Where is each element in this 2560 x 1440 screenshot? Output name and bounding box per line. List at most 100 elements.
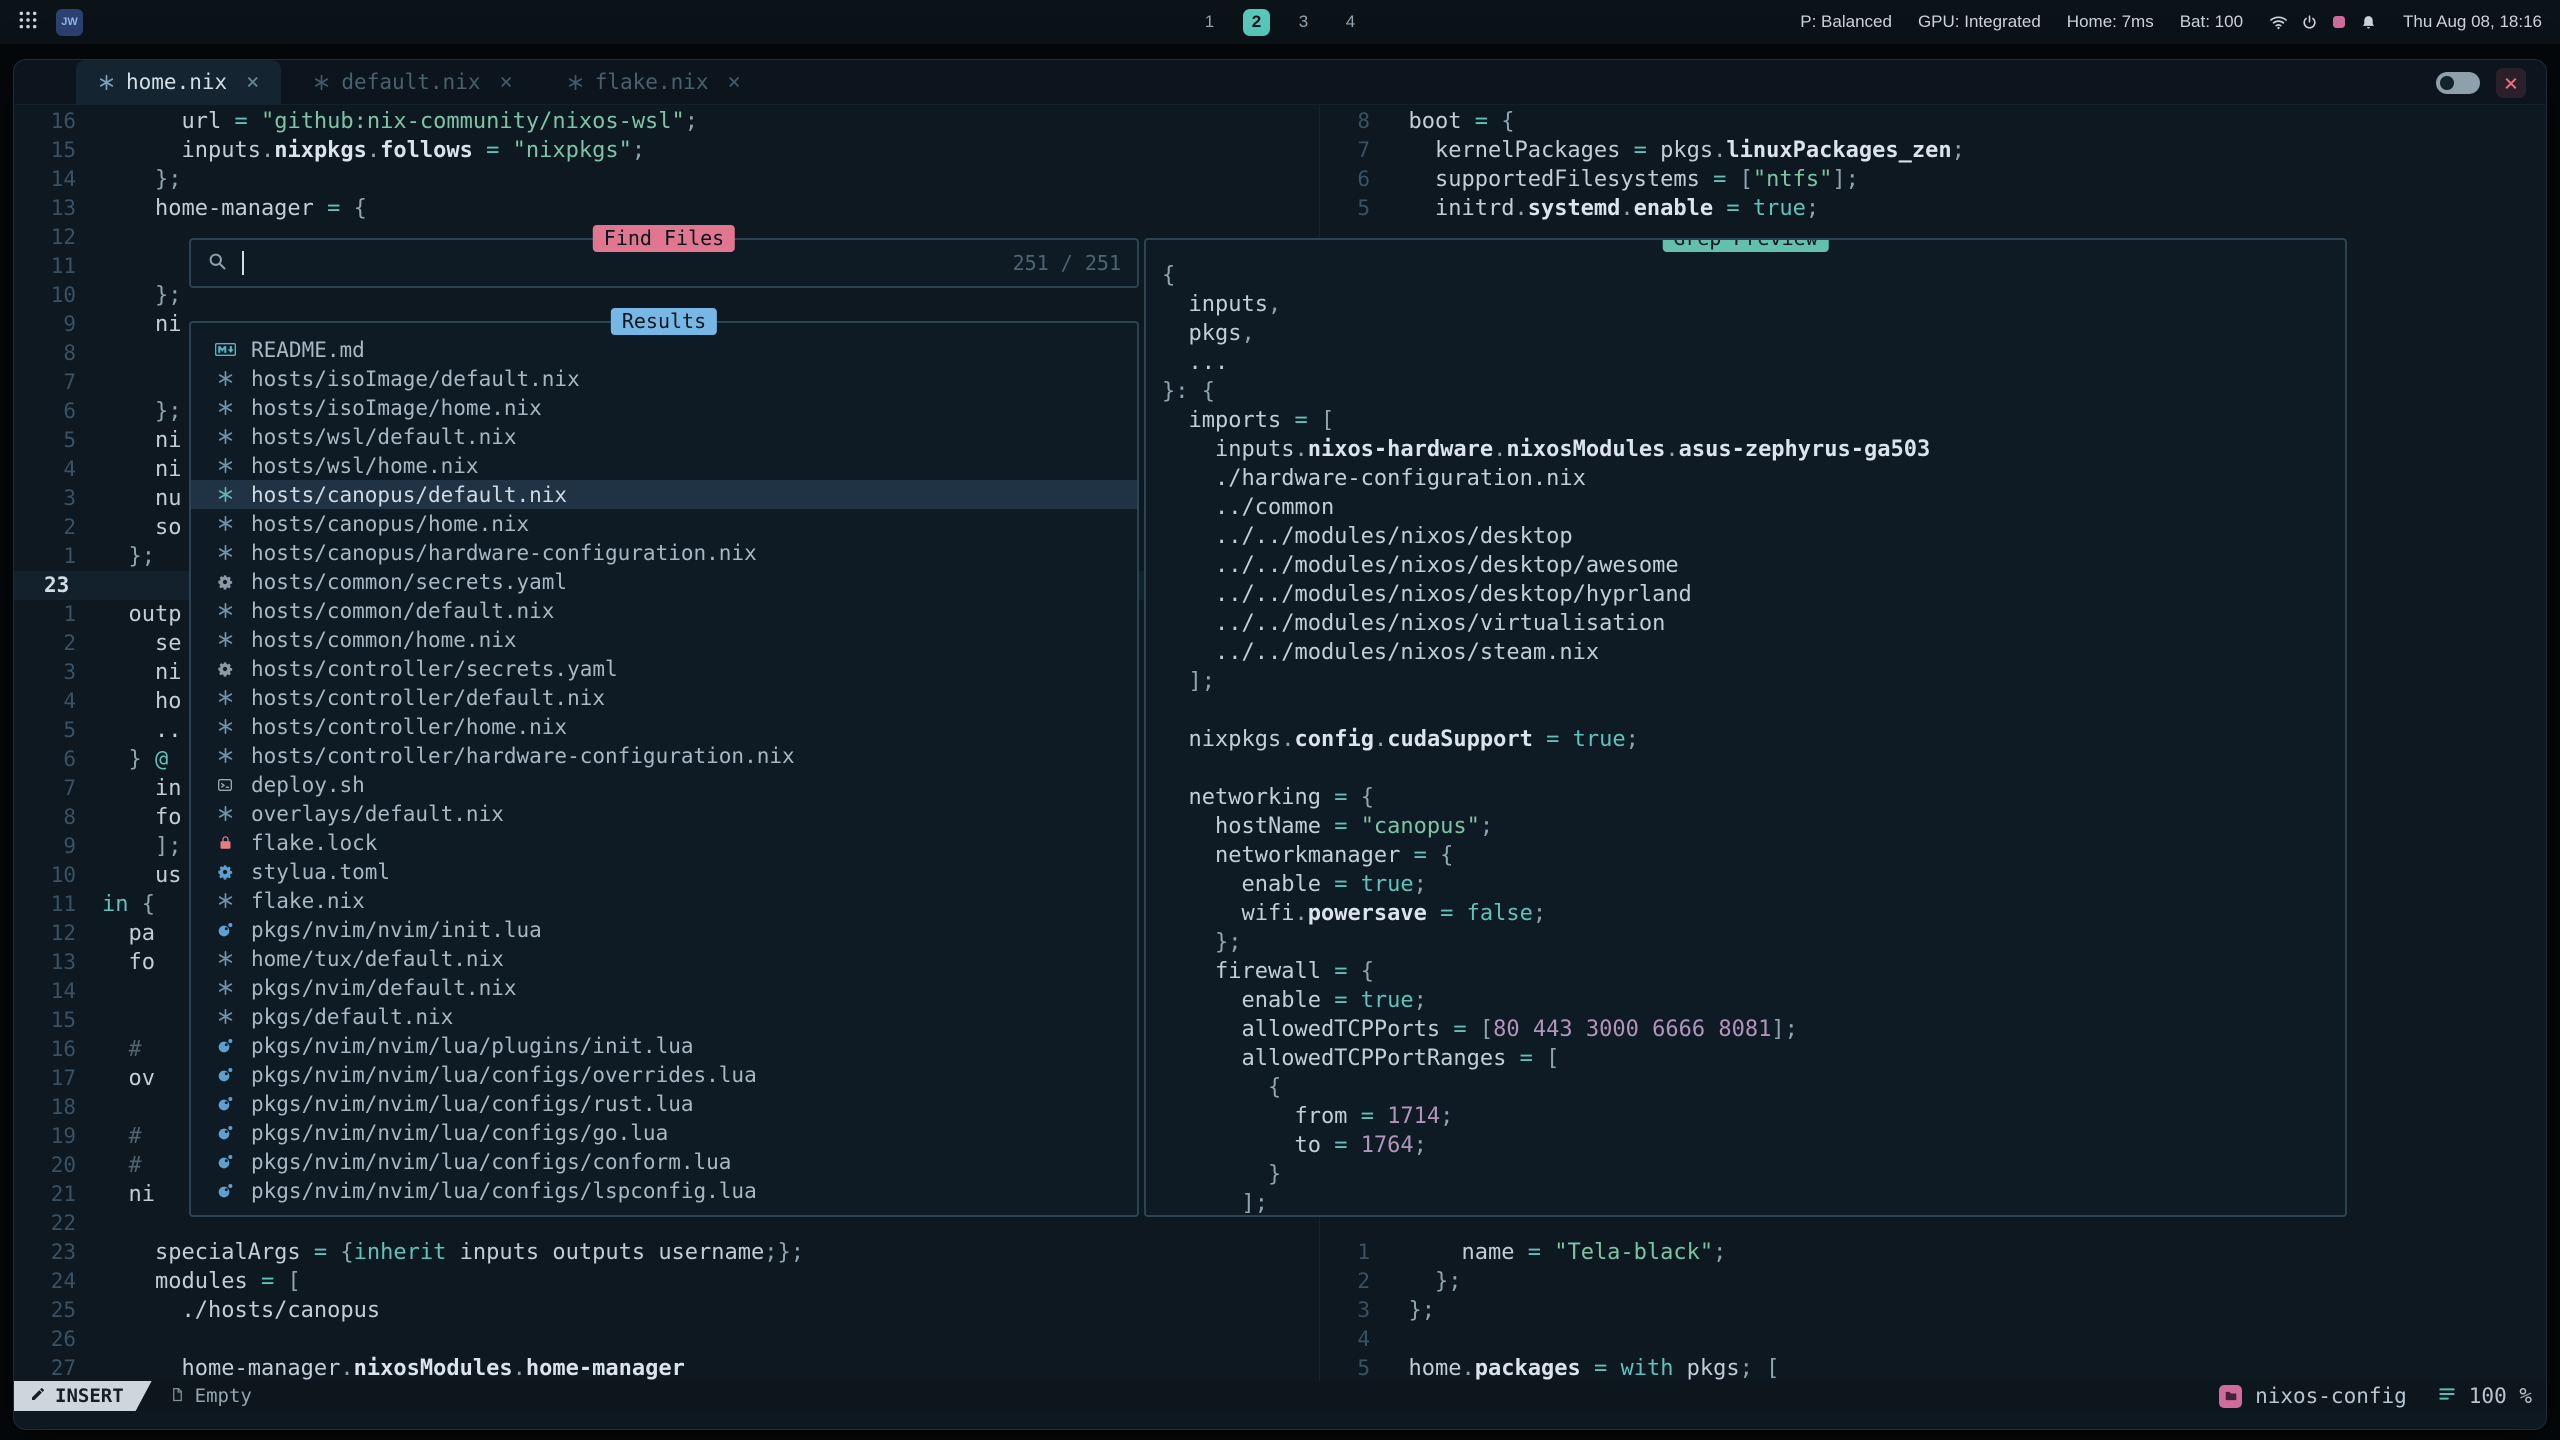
- workspaces: 1234: [1196, 0, 1364, 44]
- result-item[interactable]: hosts/common/home.nix: [191, 625, 1137, 654]
- workspace-3[interactable]: 3: [1290, 9, 1317, 36]
- preview-line: {: [1162, 1073, 2345, 1102]
- preview-line: to = 1764;: [1162, 1131, 2345, 1160]
- code-line: 26: [14, 1325, 1319, 1354]
- line-number: 9: [14, 310, 76, 339]
- line-number: 19: [14, 1122, 76, 1151]
- workspace-2[interactable]: 2: [1243, 9, 1270, 36]
- tabline: home.nix×default.nix×flake.nix×: [14, 60, 2546, 105]
- nix-icon: [213, 515, 237, 532]
- result-item[interactable]: hosts/canopus/home.nix: [191, 509, 1137, 538]
- telescope-prompt[interactable]: Find Files 251 / 251: [189, 238, 1139, 288]
- result-item[interactable]: flake.nix: [191, 886, 1137, 915]
- project-icon: [2219, 1385, 2242, 1408]
- tab-label: default.nix: [341, 70, 480, 94]
- tab-default.nix[interactable]: default.nix ×: [291, 60, 534, 105]
- workspace-4[interactable]: 4: [1337, 9, 1364, 36]
- tab-label: home.nix: [126, 70, 227, 94]
- result-item[interactable]: hosts/controller/default.nix: [191, 683, 1137, 712]
- result-item[interactable]: hosts/canopus/default.nix: [191, 480, 1137, 509]
- preview-line: ../common: [1162, 493, 2345, 522]
- preview-line: ];: [1162, 667, 2345, 696]
- file-icon: [170, 1385, 185, 1407]
- app-logo[interactable]: JW: [56, 9, 83, 36]
- line-number: 8: [1320, 107, 1370, 136]
- result-path: pkgs/nvim/nvim/lua/configs/rust.lua: [251, 1092, 694, 1116]
- record-icon[interactable]: [2331, 14, 2347, 30]
- lua-icon: [213, 1154, 237, 1170]
- window-toggle-icon[interactable]: [2436, 72, 2480, 94]
- result-item[interactable]: pkgs/nvim/nvim/init.lua: [191, 915, 1137, 944]
- preview-line: enable = true;: [1162, 986, 2345, 1015]
- result-item[interactable]: flake.lock: [191, 828, 1137, 857]
- result-item[interactable]: stylua.toml: [191, 857, 1137, 886]
- line-number: 13: [14, 948, 76, 977]
- result-item[interactable]: pkgs/nvim/nvim/lua/configs/conform.lua: [191, 1147, 1137, 1176]
- power-icon[interactable]: [2301, 14, 2318, 31]
- line-number: 4: [1320, 1325, 1370, 1354]
- result-item[interactable]: hosts/controller/home.nix: [191, 712, 1137, 741]
- line-number: 11: [14, 252, 76, 281]
- line-number: 13: [14, 194, 76, 223]
- tab-close-icon[interactable]: ×: [246, 70, 259, 95]
- line-number: 15: [14, 136, 76, 165]
- result-item[interactable]: hosts/common/default.nix: [191, 596, 1137, 625]
- result-path: hosts/isoImage/default.nix: [251, 367, 580, 391]
- result-item[interactable]: pkgs/nvim/nvim/lua/configs/overrides.lua: [191, 1060, 1137, 1089]
- result-item[interactable]: hosts/controller/hardware-configuration.…: [191, 741, 1137, 770]
- result-item[interactable]: pkgs/nvim/nvim/lua/configs/lspconfig.lua: [191, 1176, 1137, 1205]
- code-line: 1 name = "Tela-black";: [1320, 1238, 2547, 1267]
- window-close-button[interactable]: ×: [2496, 68, 2526, 98]
- nix-icon: [213, 457, 237, 474]
- line-number: 23: [14, 571, 76, 600]
- result-item[interactable]: hosts/wsl/default.nix: [191, 422, 1137, 451]
- apps-grid-icon[interactable]: [18, 10, 38, 35]
- result-item[interactable]: README.md: [191, 335, 1137, 364]
- text-cursor: [242, 251, 244, 275]
- bell-icon[interactable]: [2360, 14, 2377, 31]
- tab-home.nix[interactable]: home.nix ×: [76, 60, 281, 105]
- line-number: 1: [14, 542, 76, 571]
- line-number: 9: [14, 832, 76, 861]
- result-item[interactable]: hosts/canopus/hardware-configuration.nix: [191, 538, 1137, 567]
- tab-close-icon[interactable]: ×: [728, 70, 741, 95]
- code-line: 27 home-manager.nixosModules.home-manage…: [14, 1354, 1319, 1381]
- preview-line: hostName = "canopus";: [1162, 812, 2345, 841]
- result-item[interactable]: hosts/isoImage/default.nix: [191, 364, 1137, 393]
- workspace-1[interactable]: 1: [1196, 9, 1223, 36]
- nix-icon: [213, 950, 237, 967]
- line-number: 5: [1320, 194, 1370, 223]
- preview-line: inputs,: [1162, 290, 2345, 319]
- wifi-icon[interactable]: [2269, 13, 2288, 32]
- line-number: 5: [1320, 1354, 1370, 1381]
- result-path: overlays/default.nix: [251, 802, 504, 826]
- result-item[interactable]: pkgs/nvim/nvim/lua/configs/rust.lua: [191, 1089, 1137, 1118]
- line-number: 4: [14, 687, 76, 716]
- tab-close-icon[interactable]: ×: [499, 70, 512, 95]
- yaml-icon: [213, 574, 237, 590]
- result-item[interactable]: hosts/wsl/home.nix: [191, 451, 1137, 480]
- result-item[interactable]: pkgs/default.nix: [191, 1002, 1137, 1031]
- code-line: 16 url = "github:nix-community/nixos-wsl…: [14, 107, 1319, 136]
- result-item[interactable]: hosts/controller/secrets.yaml: [191, 654, 1137, 683]
- result-item[interactable]: pkgs/nvim/nvim/lua/plugins/init.lua: [191, 1031, 1137, 1060]
- preview-line: networkmanager = {: [1162, 841, 2345, 870]
- nix-icon: [313, 74, 330, 91]
- command-line[interactable]: [14, 1411, 2547, 1430]
- result-item[interactable]: hosts/common/secrets.yaml: [191, 567, 1137, 596]
- preview-line: [1162, 696, 2345, 725]
- preview-line: {: [1162, 261, 2345, 290]
- preview-line: pkgs,: [1162, 319, 2345, 348]
- line-number: 3: [1320, 1296, 1370, 1325]
- line-number: 8: [14, 339, 76, 368]
- result-item[interactable]: pkgs/nvim/default.nix: [191, 973, 1137, 1002]
- result-item[interactable]: hosts/isoImage/home.nix: [191, 393, 1137, 422]
- buffer-indicator: Empty: [170, 1385, 252, 1407]
- result-item[interactable]: deploy.sh: [191, 770, 1137, 799]
- tab-flake.nix[interactable]: flake.nix×: [545, 60, 763, 105]
- result-item[interactable]: overlays/default.nix: [191, 799, 1137, 828]
- result-item[interactable]: home/tux/default.nix: [191, 944, 1137, 973]
- result-path: README.md: [251, 338, 365, 362]
- result-item[interactable]: pkgs/nvim/nvim/lua/configs/go.lua: [191, 1118, 1137, 1147]
- result-path: hosts/common/home.nix: [251, 628, 517, 652]
